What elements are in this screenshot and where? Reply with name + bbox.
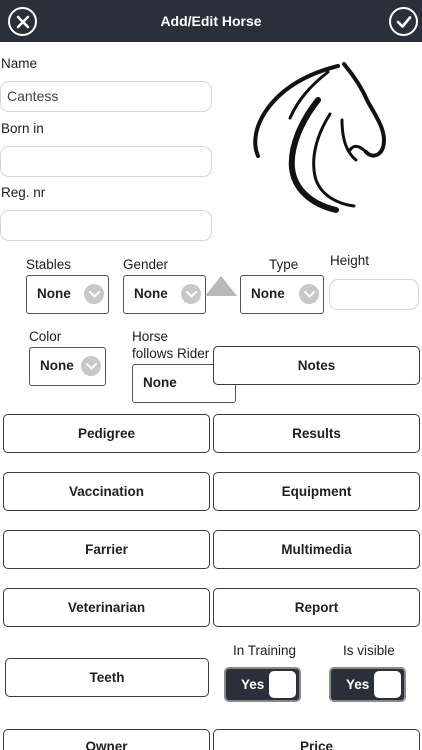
gender-select[interactable]: None bbox=[123, 275, 206, 314]
chevron-down-icon bbox=[181, 284, 201, 304]
vaccination-button[interactable]: Vaccination bbox=[3, 472, 210, 511]
type-value: None bbox=[251, 286, 285, 301]
color-label: Color bbox=[29, 329, 62, 344]
price-button[interactable]: Price bbox=[213, 729, 420, 750]
color-select[interactable]: None bbox=[29, 347, 106, 386]
in-training-value: Yes bbox=[241, 677, 265, 692]
teeth-button[interactable]: Teeth bbox=[5, 658, 209, 697]
reg-label: Reg. nr bbox=[1, 185, 46, 200]
stables-value: None bbox=[37, 286, 71, 301]
stables-label: Stables bbox=[26, 257, 72, 272]
is-visible-value: Yes bbox=[346, 677, 370, 692]
is-visible-label: Is visible bbox=[343, 643, 395, 658]
toggle-knob bbox=[269, 671, 296, 698]
follows-rider-label: Horse follows Rider bbox=[132, 328, 209, 362]
farrier-button[interactable]: Farrier bbox=[3, 530, 210, 569]
chevron-down-icon bbox=[84, 284, 104, 304]
pedigree-button[interactable]: Pedigree bbox=[3, 414, 210, 453]
follows-rider-label-line1: Horse bbox=[132, 329, 169, 344]
checkmark-icon[interactable] bbox=[389, 7, 418, 36]
horse-head-logo bbox=[250, 60, 386, 215]
equipment-button[interactable]: Equipment bbox=[213, 472, 420, 511]
follows-rider-label-line2: follows Rider bbox=[132, 346, 210, 361]
veterinarian-button[interactable]: Veterinarian bbox=[3, 588, 210, 627]
in-training-toggle[interactable]: Yes bbox=[224, 667, 301, 702]
reg-input[interactable] bbox=[0, 210, 212, 241]
born-input[interactable] bbox=[0, 146, 212, 177]
born-label: Born in bbox=[1, 121, 44, 136]
owner-button[interactable]: Owner bbox=[3, 729, 210, 750]
stables-select[interactable]: None bbox=[26, 275, 109, 314]
multimedia-button[interactable]: Multimedia bbox=[213, 530, 420, 569]
height-label: Height bbox=[330, 253, 370, 268]
is-visible-toggle[interactable]: Yes bbox=[329, 667, 406, 702]
chevron-down-icon bbox=[81, 356, 101, 376]
page-title: Add/Edit Horse bbox=[160, 13, 262, 29]
top-bar: Add/Edit Horse bbox=[0, 0, 422, 42]
color-value: None bbox=[40, 358, 74, 373]
triangle-indicator-icon bbox=[205, 276, 237, 296]
results-button[interactable]: Results bbox=[213, 414, 420, 453]
type-select[interactable]: None bbox=[240, 275, 324, 314]
report-button[interactable]: Report bbox=[213, 588, 420, 627]
height-input[interactable] bbox=[329, 279, 419, 310]
name-label: Name bbox=[1, 56, 38, 71]
name-input[interactable]: Cantess bbox=[0, 81, 212, 112]
follows-rider-value: None bbox=[143, 375, 177, 390]
chevron-down-icon bbox=[299, 284, 319, 304]
in-training-label: In Training bbox=[233, 643, 297, 658]
notes-button[interactable]: Notes bbox=[213, 346, 420, 385]
toggle-knob bbox=[374, 671, 401, 698]
gender-value: None bbox=[134, 286, 168, 301]
gender-label: Gender bbox=[123, 257, 169, 272]
type-label: Type bbox=[269, 257, 299, 272]
